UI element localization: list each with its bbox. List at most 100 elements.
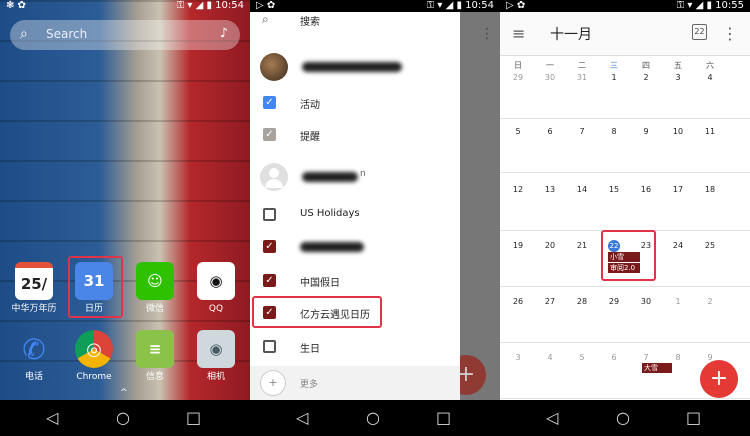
home-icon[interactable]: ○: [116, 408, 130, 428]
day-cell[interactable]: 4: [542, 353, 558, 362]
app-drawer-arrow[interactable]: ^: [120, 388, 128, 398]
day-cell[interactable]: 16: [638, 185, 654, 194]
checkbox-checked[interactable]: ✓: [263, 96, 276, 109]
event-chip[interactable]: 小雪: [608, 252, 640, 262]
recents-icon[interactable]: □: [686, 408, 701, 428]
day-cell[interactable]: 8: [606, 127, 622, 136]
status-bar: ▷ ✿ ⚿ ▾ ◢ ▮ 10:54: [250, 0, 500, 12]
phone-icon: ✆: [22, 332, 46, 366]
calendar-drawer-panel: ▷ ✿ ⚿ ▾ ◢ ▮ 10:54 ⋮ + ⌕ 搜索 ✓ 活动 ✓ 提醒 n U…: [250, 0, 500, 436]
dimmed-calendar-background[interactable]: ⋮: [460, 12, 500, 400]
app-label: 中华万年历: [11, 304, 57, 314]
more-row[interactable]: + 更多: [250, 366, 460, 400]
day-cell[interactable]: 27: [542, 297, 558, 306]
app-phone[interactable]: ✆ 电话: [6, 330, 62, 383]
day-cell[interactable]: 3: [670, 73, 686, 82]
event-chip[interactable]: 大雪: [642, 363, 672, 373]
day-cell[interactable]: 9: [638, 127, 654, 136]
checkbox-unchecked[interactable]: [263, 340, 276, 353]
app-calendar-wannianli[interactable]: 25/ 中华万年历: [6, 262, 62, 315]
day-cell[interactable]: 14: [574, 185, 590, 194]
day-cell[interactable]: 19: [510, 241, 526, 250]
day-cell[interactable]: 7: [638, 353, 654, 362]
day-cell[interactable]: 4: [702, 73, 718, 82]
day-cell[interactable]: 7: [574, 127, 590, 136]
checkbox-checked[interactable]: ✓: [263, 128, 276, 141]
app-toolbar: ≡ 十一月 22 ⋮: [500, 12, 750, 56]
qq-icon: ◉: [197, 262, 235, 300]
checkbox-checked[interactable]: ✓: [263, 274, 276, 287]
day-cell[interactable]: 18: [702, 185, 718, 194]
search-icon[interactable]: ⌕: [262, 12, 269, 27]
day-cell[interactable]: 11: [702, 127, 718, 136]
app-chrome[interactable]: ◎ Chrome: [66, 330, 122, 383]
status-notifications: ▷ ✿: [506, 0, 526, 11]
day-cell[interactable]: 3: [510, 353, 526, 362]
day-cell[interactable]: 15: [606, 185, 622, 194]
calendar-item-redacted[interactable]: ✓: [250, 232, 460, 262]
search-label[interactable]: 搜索: [300, 13, 320, 28]
app-wechat[interactable]: ☺ 微信: [127, 262, 183, 315]
day-cell[interactable]: 25: [702, 241, 718, 250]
day-cell[interactable]: 29: [510, 73, 526, 82]
app-qq[interactable]: ◉ QQ: [188, 262, 244, 315]
home-icon[interactable]: ○: [616, 408, 630, 428]
add-event-button[interactable]: +: [700, 360, 738, 398]
checkbox-checked[interactable]: ✓: [263, 240, 276, 253]
day-cell[interactable]: 6: [606, 353, 622, 362]
day-cell[interactable]: 10: [670, 127, 686, 136]
day-cell[interactable]: 2: [638, 73, 654, 82]
day-cell[interactable]: 12: [510, 185, 526, 194]
calendar-item-china-holidays[interactable]: ✓ 中国假日: [250, 266, 460, 296]
highlight-box: [252, 296, 382, 328]
hamburger-menu-icon[interactable]: ≡: [512, 24, 525, 43]
app-messages[interactable]: ≡ 信息: [127, 330, 183, 383]
search-icon: ⌕: [20, 26, 28, 42]
calendar-item-reminders[interactable]: ✓ 提醒: [250, 120, 460, 150]
day-cell[interactable]: 30: [638, 297, 654, 306]
day-cell[interactable]: 24: [670, 241, 686, 250]
back-icon[interactable]: ◁: [546, 408, 558, 428]
google-search-bar[interactable]: ⌕ Search ♪: [10, 20, 240, 50]
messages-icon: ≡: [136, 330, 174, 368]
day-cell[interactable]: 13: [542, 185, 558, 194]
today-calendar-icon[interactable]: 22: [692, 24, 707, 40]
day-cell[interactable]: 1: [670, 297, 686, 306]
day-cell[interactable]: 5: [510, 127, 526, 136]
weekday-label: 四: [642, 61, 650, 70]
status-notifications: ▷ ✿: [256, 0, 276, 11]
day-cell[interactable]: 29: [606, 297, 622, 306]
chrome-icon: ◎: [75, 330, 113, 368]
recents-icon[interactable]: □: [436, 408, 451, 428]
event-chip[interactable]: 审阅2.0: [608, 263, 640, 273]
home-icon[interactable]: ○: [366, 408, 380, 428]
microphone-icon[interactable]: ♪: [220, 26, 228, 41]
app-label: 电话: [24, 372, 43, 382]
day-cell[interactable]: 26: [510, 297, 526, 306]
day-cell[interactable]: 2: [702, 297, 718, 306]
back-icon[interactable]: ◁: [296, 408, 308, 428]
overflow-menu-icon[interactable]: ⋮: [722, 24, 738, 43]
day-cell[interactable]: 8: [670, 353, 686, 362]
month-title[interactable]: 十一月: [550, 24, 592, 44]
day-cell[interactable]: 20: [542, 241, 558, 250]
day-cell[interactable]: 31: [574, 73, 590, 82]
checkbox-unchecked[interactable]: [263, 208, 276, 221]
week-divider: [500, 118, 750, 119]
week-divider: [500, 342, 750, 343]
day-cell[interactable]: 21: [574, 241, 590, 250]
day-cell[interactable]: 1: [606, 73, 622, 82]
app-camera[interactable]: ◉ 相机: [188, 330, 244, 383]
day-cell[interactable]: 28: [574, 297, 590, 306]
week-divider: [500, 286, 750, 287]
calendar-item-us-holidays[interactable]: US Holidays: [250, 200, 460, 230]
day-cell[interactable]: 5: [574, 353, 590, 362]
day-cell[interactable]: 6: [542, 127, 558, 136]
app-label: 信息: [145, 372, 164, 382]
calendar-item-birthdays[interactable]: 生日: [250, 332, 460, 362]
day-cell[interactable]: 30: [542, 73, 558, 82]
recents-icon[interactable]: □: [186, 408, 201, 428]
calendar-item-events[interactable]: ✓ 活动: [250, 88, 460, 118]
back-icon[interactable]: ◁: [46, 408, 58, 428]
day-cell[interactable]: 17: [670, 185, 686, 194]
